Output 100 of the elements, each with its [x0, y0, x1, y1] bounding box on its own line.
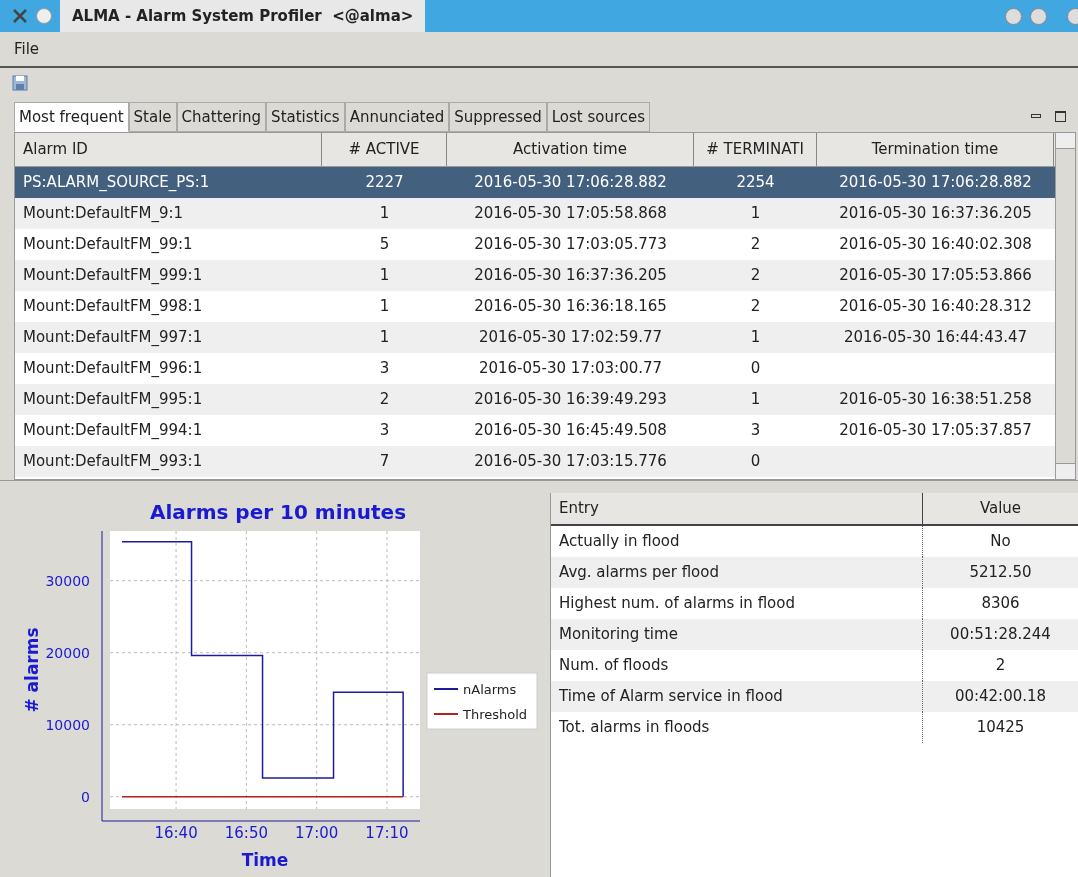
table-cell: 2016-05-30 16:40:28.312	[839, 297, 1032, 316]
table-cell: 1	[379, 297, 390, 316]
table-cell: Mount:DefaultFM_997:1	[23, 328, 203, 347]
table-cell: 2016-05-30 17:06:28.882	[474, 173, 667, 192]
tab[interactable]: Lost sources	[546, 102, 651, 132]
table-cell: 7	[379, 452, 390, 471]
y-tick-label: 0	[81, 788, 90, 805]
table-cell: 2016-05-30 16:37:36.205	[839, 204, 1032, 223]
table-cell: 2	[750, 297, 761, 316]
table-cell: 8306	[981, 594, 1020, 613]
tab[interactable]: Stale	[128, 102, 177, 132]
table-cell: 3	[379, 421, 390, 440]
table-cell: 2016-05-30 17:05:53.866	[839, 266, 1032, 285]
table-cell: 2016-05-30 16:44:43.47	[843, 328, 1028, 347]
save-icon[interactable]	[12, 75, 28, 91]
column-header[interactable]: Value	[923, 493, 1078, 524]
table-cell: 2016-05-30 16:36:18.165	[474, 297, 667, 316]
x-tick-label: 17:00	[295, 824, 339, 842]
window-title: ALMA - Alarm System Profiler <@alma>	[60, 0, 426, 32]
table-cell: Mount:DefaultFM_993:1	[23, 452, 203, 471]
table-cell-text: Highest num. of alarms in flood	[559, 593, 795, 615]
table-cell: 2	[379, 390, 390, 409]
tab[interactable]: Most frequent	[14, 102, 129, 132]
table-cell: Mount:DefaultFM_9:1	[23, 204, 184, 223]
y-axis-title: # alarms	[22, 627, 42, 713]
menu-item[interactable]: File	[14, 37, 40, 61]
table-row[interactable]: PS:ALARM_SOURCE_PS:1 2227 2016-05-30 17:06:28.882 2254 2016-05-30 17:06:28.882	[15, 167, 1055, 198]
chart-title: Alarms per 10 minutes	[149, 500, 407, 524]
table-row[interactable]: Mount:DefaultFM_993:1 7 2016-05-30 17:03:15.776 0	[15, 446, 1055, 477]
table-cell: 2016-05-30 17:03:05.773	[474, 235, 667, 254]
tab[interactable]: Statistics	[266, 102, 345, 132]
tab[interactable]: Suppressed	[449, 102, 547, 132]
table-cell: 2016-05-30 17:03:15.776	[474, 452, 667, 471]
table-cell-text: Tot. alarms in floods	[559, 717, 710, 739]
table-cell-text: Num. of floods	[559, 655, 669, 677]
column-header[interactable]: Alarm ID	[15, 133, 322, 166]
x-tick-label: 17:10	[365, 824, 409, 842]
table-cell: 1	[379, 204, 390, 223]
table-cell-text: Actually in flood	[559, 531, 680, 553]
table-cell-text: Monitoring time	[559, 624, 678, 646]
table-cell: 2016-05-30 16:39:49.293	[474, 390, 667, 409]
table-cell: 2016-05-30 17:02:59.77	[478, 328, 663, 347]
x-tick-label: 16:40	[154, 824, 198, 842]
table-cell: 2016-05-30 16:40:02.308	[839, 235, 1032, 254]
table-cell: 2016-05-30 17:05:58.868	[474, 204, 667, 223]
maximize-icon[interactable]	[1055, 111, 1066, 122]
table-cell: 1	[379, 328, 390, 347]
table-row[interactable]: Mount:DefaultFM_9:1 1 2016-05-30 17:05:58.868 1 2016-05-30 16:37:36.205	[15, 198, 1055, 229]
y-tick-label: 30000	[45, 572, 90, 589]
tab[interactable]: Annunciated	[344, 102, 450, 132]
table-cell: 2	[750, 266, 761, 285]
table-cell: PS:ALARM_SOURCE_PS:1	[23, 173, 210, 192]
table-cell: No	[990, 532, 1011, 551]
column-header[interactable]: # ACTIVE	[322, 133, 447, 166]
table-cell: 00:51:28.244	[950, 625, 1051, 644]
table-cell: Mount:DefaultFM_999:1	[23, 266, 203, 285]
table-cell: Mount:DefaultFM_99:1	[23, 235, 193, 254]
table-cell: 2016-05-30 16:45:49.508	[474, 421, 667, 440]
table-cell: 3	[379, 359, 390, 378]
table-cell: 1	[750, 390, 761, 409]
x-axis-title: Time	[241, 850, 289, 870]
table-cell: 2016-05-30 17:03:00.77	[478, 359, 663, 378]
x-tick-label: 16:50	[224, 824, 268, 842]
table-cell: 5212.50	[969, 563, 1032, 582]
table-row[interactable]: Mount:DefaultFM_997:1 1 2016-05-30 17:02:59.77 1 2016-05-30 16:44:43.47	[15, 322, 1055, 353]
close-icon[interactable]	[12, 8, 28, 24]
table-cell: Mount:DefaultFM_994:1	[23, 421, 203, 440]
table-cell: 2016-05-30 16:38:51.258	[839, 390, 1032, 409]
table-cell-text: Avg. alarms per flood	[559, 562, 719, 584]
table-cell: 5	[379, 235, 390, 254]
table-cell: 0	[750, 359, 761, 378]
column-header[interactable]: Termination time	[817, 133, 1054, 166]
table-cell: 2	[750, 235, 761, 254]
y-tick-label: 20000	[45, 644, 90, 661]
table-cell: 1	[750, 328, 761, 347]
legend-label: Threshold	[463, 707, 528, 722]
column-header[interactable]: # TERMINATI	[694, 133, 817, 166]
table-row[interactable]: Mount:DefaultFM_999:1 1 2016-05-30 16:37:36.205 2 2016-05-30 17:05:53.866	[15, 260, 1055, 291]
table-cell: Mount:DefaultFM_995:1	[23, 390, 203, 409]
table-cell: Mount:DefaultFM_998:1	[23, 297, 203, 316]
table-cell: 00:42:00.18	[954, 687, 1047, 706]
table-cell: 2016-05-30 17:06:28.882	[839, 173, 1032, 192]
table-cell: 10425	[976, 718, 1025, 737]
table-row[interactable]: Mount:DefaultFM_995:1 2 2016-05-30 16:39:49.293 1 2016-05-30 16:38:51.258	[15, 384, 1055, 415]
table-cell: 0	[750, 452, 761, 471]
minimize-icon[interactable]	[1031, 114, 1041, 118]
table-cell: 2227	[365, 173, 404, 192]
y-tick-label: 10000	[45, 716, 90, 733]
scrollbar[interactable]	[1055, 133, 1075, 479]
table-cell: 1	[750, 204, 761, 223]
table-cell: Mount:DefaultFM_996:1	[23, 359, 203, 378]
tab[interactable]: Chattering	[176, 102, 267, 132]
column-header[interactable]: Activation time	[447, 133, 694, 166]
column-header[interactable]: Entry	[551, 493, 923, 524]
table-cell: 2016-05-30 16:37:36.205	[474, 266, 667, 285]
table-cell: 1	[379, 266, 390, 285]
table-cell-text: Time of Alarm service in flood	[559, 686, 783, 708]
table-cell: 3	[750, 421, 761, 440]
table-cell: 2016-05-30 17:05:37.857	[839, 421, 1032, 440]
legend-label: nAlarms	[463, 682, 517, 697]
